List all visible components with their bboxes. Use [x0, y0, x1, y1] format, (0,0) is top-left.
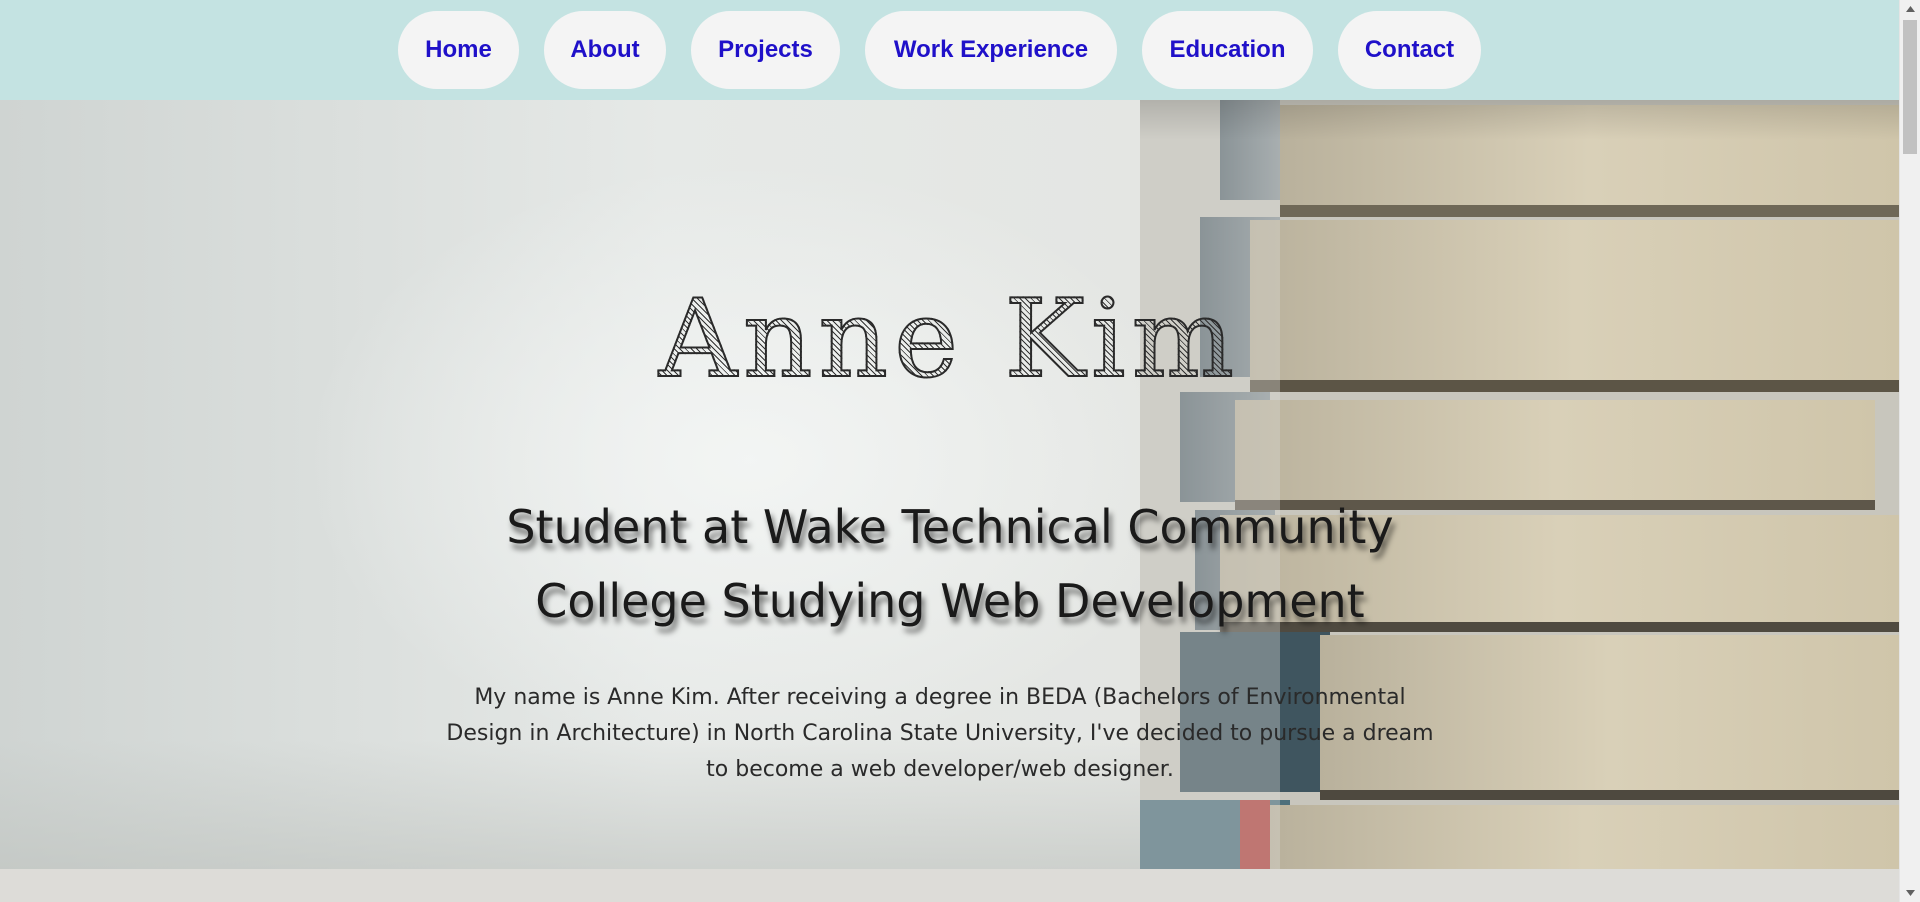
page: Home About Projects Work Experience Educ… — [0, 0, 1899, 902]
nav-link-contact[interactable]: Contact — [1338, 11, 1481, 89]
hero-heading: Student at Wake Technical Community Coll… — [506, 500, 1394, 628]
nav-link-work-experience[interactable]: Work Experience — [865, 11, 1117, 89]
arrow-down-icon[interactable] — [1900, 884, 1920, 902]
scrollbar-thumb[interactable] — [1903, 20, 1917, 154]
nav-link-education[interactable]: Education — [1142, 11, 1313, 89]
vertical-scrollbar[interactable] — [1899, 0, 1920, 902]
hero-name-logo: Anne Kim — [0, 275, 1899, 405]
hero-background-light — [300, 160, 1200, 760]
top-navigation: Home About Projects Work Experience Educ… — [0, 0, 1899, 100]
nav-link-projects[interactable]: Projects — [691, 11, 840, 89]
nav-link-about[interactable]: About — [544, 11, 666, 89]
hero-intro-text: My name is Anne Kim. After receiving a d… — [446, 685, 1434, 782]
nav-link-home[interactable]: Home — [398, 11, 519, 89]
arrow-up-icon[interactable] — [1900, 0, 1920, 18]
page-footer-strip — [0, 869, 1899, 902]
hero-section: Anne Kim Student at Wake Technical Commu… — [0, 100, 1899, 869]
